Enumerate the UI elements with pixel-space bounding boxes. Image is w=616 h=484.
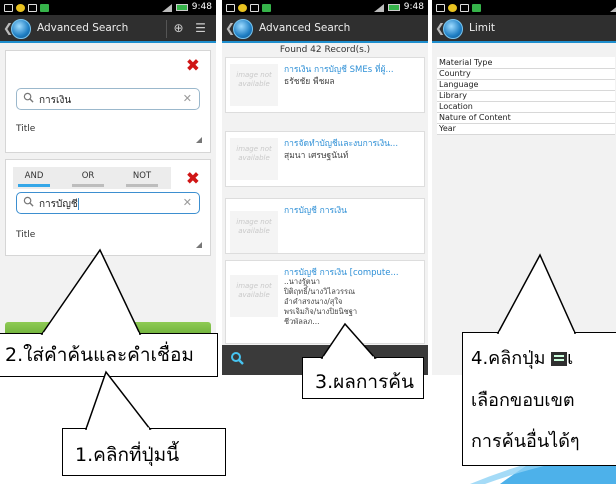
limit-list: Material Type Country Language Library L… bbox=[437, 57, 615, 135]
action-bar: ❮ Advanced Search ⊕ ☰ bbox=[0, 15, 216, 43]
field-select-1[interactable]: Title bbox=[16, 124, 35, 134]
limit-row[interactable]: Language bbox=[437, 79, 615, 91]
thumbnail-placeholder: image not available bbox=[230, 275, 278, 317]
app-logo-icon[interactable] bbox=[11, 19, 31, 39]
menu-lines-icon bbox=[551, 352, 568, 366]
result-item[interactable]: image not available การบัญชี การเงิน [co… bbox=[225, 260, 425, 344]
image-notification-icon bbox=[250, 3, 259, 12]
clock: 9:48 bbox=[191, 2, 212, 12]
clock: 9:48 bbox=[403, 2, 424, 12]
app-notification-icon bbox=[238, 3, 247, 12]
battery-icon bbox=[175, 4, 188, 11]
thumbnail-placeholder: image not available bbox=[230, 211, 278, 253]
screen-advanced-search: 9:48 ❮ Advanced Search ⊕ ☰ ✖ การเงิน ✕ T… bbox=[0, 0, 216, 375]
notification-icon bbox=[226, 3, 235, 12]
callout-enter-terms: 2.ใส่คำค้นและคำเชื่อม bbox=[0, 333, 218, 377]
android-icon bbox=[40, 3, 49, 12]
app-logo-icon[interactable] bbox=[443, 19, 463, 39]
page-title: Advanced Search bbox=[37, 22, 129, 34]
search-row-2: AND OR NOT ✖ การบัญชี ✕ Title bbox=[5, 159, 211, 256]
android-icon bbox=[262, 3, 271, 12]
result-item[interactable]: image not available การเงิน การบัญชี SME… bbox=[225, 57, 425, 113]
action-bar: ❮ Advanced Search bbox=[222, 15, 428, 43]
app-logo-icon[interactable] bbox=[233, 19, 253, 39]
callout-click-button: 1.คลิกที่ปุ่มนี้ bbox=[62, 428, 226, 476]
status-bar: 9:48 bbox=[0, 0, 216, 15]
page-title: Limit bbox=[469, 22, 496, 34]
notification-icon bbox=[436, 3, 445, 12]
limit-row[interactable]: Year bbox=[437, 123, 615, 135]
clear-icon[interactable]: ✕ bbox=[183, 196, 192, 209]
search-tab-icon[interactable] bbox=[226, 349, 248, 371]
search-input-1[interactable]: การเงิน ✕ bbox=[16, 88, 200, 110]
thumbnail-placeholder: image not available bbox=[230, 64, 278, 106]
action-bar: ❮ Limit bbox=[432, 15, 616, 43]
status-bar bbox=[432, 0, 616, 15]
dropdown-corner-icon[interactable] bbox=[196, 137, 202, 143]
limit-row[interactable]: Location bbox=[437, 101, 615, 113]
result-authors: ..นางรัตนา ปิติฤทธิ์ิ/นางวิไลวรรณ อำคำสร… bbox=[284, 277, 358, 326]
menu-lines-icon[interactable]: ☰ bbox=[192, 20, 209, 37]
app-notification-icon bbox=[448, 3, 457, 12]
result-item[interactable]: image not available การจัดทำบัญชีและงบกา… bbox=[225, 131, 425, 187]
operator-and[interactable]: AND bbox=[18, 169, 50, 187]
callout-results: 3.ผลการค้น bbox=[302, 357, 424, 399]
result-count: Found 42 Record(s.) bbox=[279, 45, 371, 55]
android-icon bbox=[472, 3, 481, 12]
limit-row[interactable]: Library bbox=[437, 90, 615, 102]
remove-row-icon[interactable]: ✖ bbox=[186, 170, 200, 188]
signal-icon bbox=[373, 3, 384, 12]
result-title[interactable]: การบัญชี การเงิน bbox=[284, 203, 422, 217]
search-input-2[interactable]: การบัญชี ✕ bbox=[16, 192, 200, 214]
app-notification-icon bbox=[16, 3, 25, 12]
clear-icon[interactable]: ✕ bbox=[183, 92, 192, 105]
result-author: ธรัชชัย พืชผล bbox=[284, 77, 335, 87]
search-icon bbox=[23, 196, 34, 207]
dropdown-corner-icon[interactable] bbox=[196, 242, 202, 248]
add-icon[interactable]: ⊕ bbox=[170, 20, 187, 37]
thumbnail-placeholder: image not available bbox=[230, 138, 278, 180]
battery-icon bbox=[387, 4, 400, 11]
notification-icon bbox=[4, 3, 13, 12]
search-input-1-value: การเงิน bbox=[39, 95, 72, 106]
image-notification-icon bbox=[28, 3, 37, 12]
status-bar: 9:48 bbox=[222, 0, 428, 15]
limit-row[interactable]: Country bbox=[437, 68, 615, 80]
signal-icon bbox=[161, 3, 172, 12]
search-icon bbox=[23, 92, 34, 103]
callout-limit: 4.คลิกปุ่ม เ เลือกขอบเขต การค้นอื่นได้ๆ bbox=[462, 332, 616, 466]
image-notification-icon bbox=[460, 3, 469, 12]
screen-limit: ❮ Limit Material Type Country Language L… bbox=[432, 0, 616, 375]
page-title: Advanced Search bbox=[259, 22, 351, 34]
remove-row-icon[interactable]: ✖ bbox=[186, 57, 200, 75]
result-item[interactable]: image not available การบัญชี การเงิน bbox=[225, 198, 425, 254]
search-row-1: ✖ การเงิน ✕ Title bbox=[5, 50, 211, 153]
text-cursor bbox=[77, 198, 79, 210]
limit-row[interactable]: Material Type bbox=[437, 57, 615, 69]
screen-search-results: 9:48 ❮ Advanced Search Found 42 Record(s… bbox=[222, 0, 428, 375]
result-author: สุมนา เศรษฐนันท์ bbox=[284, 151, 349, 161]
search-input-2-value: การบัญชี bbox=[39, 198, 79, 210]
field-select-2[interactable]: Title bbox=[16, 230, 35, 240]
operator-not[interactable]: NOT bbox=[126, 169, 158, 187]
limit-row[interactable]: Nature of Content bbox=[437, 112, 615, 124]
operator-or[interactable]: OR bbox=[72, 169, 104, 187]
signal-icon bbox=[610, 3, 616, 12]
